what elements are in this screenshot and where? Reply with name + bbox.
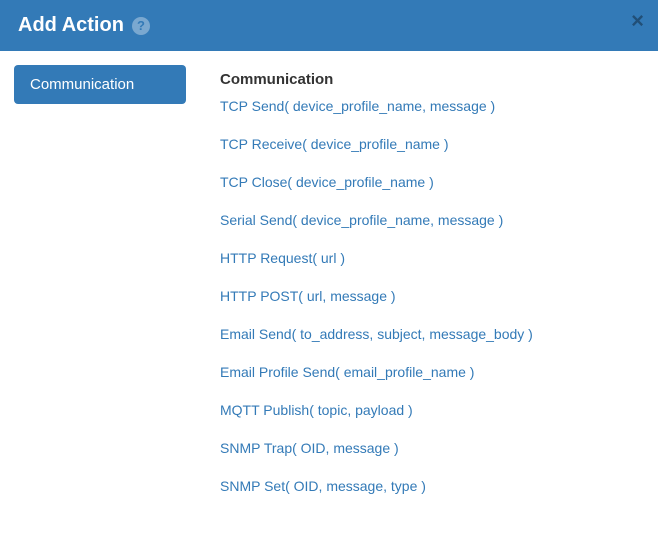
modal-header: Add Action ? × [0,0,658,51]
list-item: MQTT Publish( topic, payload ) [220,402,640,420]
list-item: TCP Close( device_profile_name ) [220,174,640,192]
list-item: Email Send( to_address, subject, message… [220,326,640,344]
action-mqtt-publish[interactable]: MQTT Publish( topic, payload ) [220,402,413,418]
modal-body: Communication Communication TCP Send( de… [0,51,658,534]
action-snmp-set[interactable]: SNMP Set( OID, message, type ) [220,478,426,494]
action-tcp-receive[interactable]: TCP Receive( device_profile_name ) [220,136,449,152]
modal-title: Add Action [18,14,124,37]
close-button[interactable]: × [631,10,644,32]
action-tcp-send[interactable]: TCP Send( device_profile_name, message ) [220,98,495,114]
action-http-post[interactable]: HTTP POST( url, message ) [220,288,396,304]
action-email-profile-send[interactable]: Email Profile Send( email_profile_name ) [220,364,474,380]
sidebar-item-communication[interactable]: Communication [14,65,186,104]
action-serial-send[interactable]: Serial Send( device_profile_name, messag… [220,212,503,228]
action-http-request[interactable]: HTTP Request( url ) [220,250,345,266]
list-item: SNMP Trap( OID, message ) [220,440,640,458]
section-title: Communication [220,71,640,88]
action-email-send[interactable]: Email Send( to_address, subject, message… [220,326,533,342]
list-item: Serial Send( device_profile_name, messag… [220,212,640,230]
help-icon[interactable]: ? [132,17,150,35]
action-snmp-trap[interactable]: SNMP Trap( OID, message ) [220,440,399,456]
action-list: TCP Send( device_profile_name, message )… [220,98,640,496]
list-item: Email Profile Send( email_profile_name ) [220,364,640,382]
modal-title-group: Add Action ? [18,14,150,37]
add-action-modal: Add Action ? × Communication Communicati… [0,0,658,539]
sidebar: Communication [14,65,186,516]
list-item: HTTP Request( url ) [220,250,640,268]
list-item: TCP Send( device_profile_name, message ) [220,98,640,116]
list-item: SNMP Set( OID, message, type ) [220,478,640,496]
list-item: TCP Receive( device_profile_name ) [220,136,640,154]
content-pane: Communication TCP Send( device_profile_n… [186,65,640,516]
action-tcp-close[interactable]: TCP Close( device_profile_name ) [220,174,434,190]
list-item: HTTP POST( url, message ) [220,288,640,306]
